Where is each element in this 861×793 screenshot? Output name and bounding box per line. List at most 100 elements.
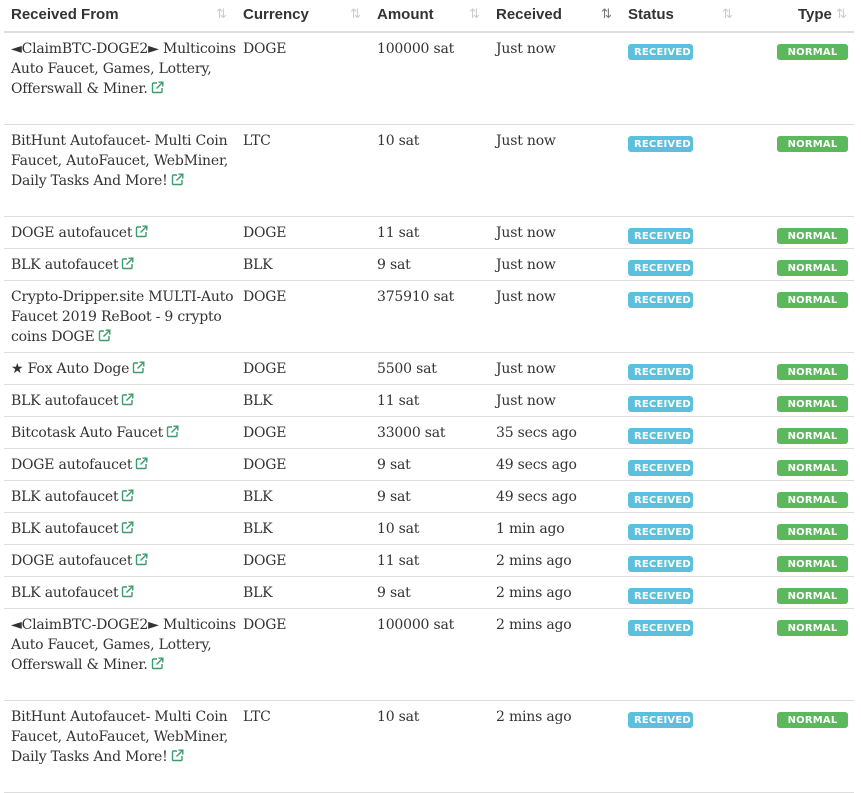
received-time-cell: 49 secs ago <box>496 457 577 473</box>
received-from-name: ★ Fox Auto Doge <box>11 361 130 377</box>
column-header-currency[interactable]: Currency <box>243 6 309 23</box>
received-from-cell: DOGE autofaucet <box>11 455 237 476</box>
sort-desc-icon[interactable]: ⇅ <box>601 7 612 22</box>
external-link-icon[interactable] <box>171 172 184 192</box>
external-link-icon[interactable] <box>151 80 164 100</box>
type-cell: NORMAL <box>777 426 848 444</box>
external-link-icon[interactable] <box>121 392 134 412</box>
amount-cell: 9 sat <box>377 457 411 473</box>
status-badge: RECEIVED <box>628 620 693 636</box>
status-cell: RECEIVED <box>628 490 693 508</box>
external-link-icon[interactable] <box>121 584 134 604</box>
received-time-cell: 2 mins ago <box>496 709 572 725</box>
external-link-icon[interactable] <box>121 256 134 276</box>
column-header-amount[interactable]: Amount <box>377 6 434 23</box>
external-link-icon[interactable] <box>135 552 148 572</box>
column-header-received-from[interactable]: Received From <box>11 6 119 23</box>
currency-cell: LTC <box>243 133 271 149</box>
received-from-cell: BLK autofaucet <box>11 519 237 540</box>
received-time-cell: Just now <box>496 225 556 241</box>
status-cell: RECEIVED <box>628 134 693 152</box>
status-cell: RECEIVED <box>628 554 693 572</box>
amount-cell: 9 sat <box>377 489 411 505</box>
currency-cell: DOGE <box>243 225 287 241</box>
amount-cell: 100000 sat <box>377 41 455 57</box>
external-link-icon[interactable] <box>121 488 134 508</box>
received-from-cell: BLK autofaucet <box>11 391 237 412</box>
sort-icon[interactable]: ⇅ <box>350 7 361 22</box>
table-row: BLK autofaucet BLK 9 sat 2 mins ago RECEIVED… <box>4 577 854 609</box>
amount-cell: 11 sat <box>377 553 420 569</box>
type-badge: NORMAL <box>777 428 848 444</box>
type-badge: NORMAL <box>777 712 848 728</box>
type-cell: NORMAL <box>777 134 848 152</box>
external-link-icon[interactable] <box>151 656 164 676</box>
external-link-icon[interactable] <box>166 424 179 444</box>
amount-cell: 11 sat <box>377 225 420 241</box>
transactions-table: Received From ⇅ Currency ⇅ Amount ⇅ Rece… <box>4 0 854 793</box>
received-time-cell: Just now <box>496 289 556 305</box>
status-badge: RECEIVED <box>628 260 693 276</box>
received-from-name: BLK autofaucet <box>11 489 119 505</box>
table-row: BitHunt Autofaucet- Multi Coin Faucet, A… <box>4 701 854 793</box>
sort-icon[interactable]: ⇅ <box>722 7 733 22</box>
status-cell: RECEIVED <box>628 226 693 244</box>
external-link-icon[interactable] <box>135 224 148 244</box>
received-from-name: Bitcotask Auto Faucet <box>11 425 164 441</box>
amount-cell: 10 sat <box>377 133 420 149</box>
column-header-status[interactable]: Status <box>628 6 674 23</box>
amount-cell: 11 sat <box>377 393 420 409</box>
type-cell: NORMAL <box>777 458 848 476</box>
received-from-name: BitHunt Autofaucet- Multi Coin Faucet, A… <box>11 709 229 765</box>
received-from-name: ◄ClaimBTC-DOGE2► Multicoins Auto Faucet,… <box>11 617 236 673</box>
table-row: BitHunt Autofaucet- Multi Coin Faucet, A… <box>4 125 854 217</box>
currency-cell: BLK <box>243 257 273 273</box>
received-from-name: Crypto-Dripper.site MULTI-Auto Faucet 20… <box>11 289 234 345</box>
type-badge: NORMAL <box>777 460 848 476</box>
type-badge: NORMAL <box>777 620 848 636</box>
external-link-icon[interactable] <box>171 748 184 768</box>
received-from-name: DOGE autofaucet <box>11 457 133 473</box>
type-badge: NORMAL <box>777 588 848 604</box>
table-row: ★ Fox Auto Doge DOGE 5500 sat Just now RECEI… <box>4 353 854 385</box>
sort-icon[interactable]: ⇅ <box>836 7 847 22</box>
status-cell: RECEIVED <box>628 426 693 444</box>
received-time-cell: 2 mins ago <box>496 553 572 569</box>
column-header-type[interactable]: Type <box>798 6 832 23</box>
type-cell: NORMAL <box>777 554 848 572</box>
table-row: BLK autofaucet BLK 11 sat Just now RECEIVED N… <box>4 385 854 417</box>
received-from-name: BLK autofaucet <box>11 585 119 601</box>
sort-icon[interactable]: ⇅ <box>469 7 480 22</box>
status-badge: RECEIVED <box>628 364 693 380</box>
external-link-icon[interactable] <box>135 456 148 476</box>
amount-cell: 375910 sat <box>377 289 455 305</box>
received-from-cell: BLK autofaucet <box>11 583 237 604</box>
status-badge: RECEIVED <box>628 460 693 476</box>
received-from-cell: Bitcotask Auto Faucet <box>11 423 237 444</box>
currency-cell: BLK <box>243 585 273 601</box>
received-time-cell: Just now <box>496 257 556 273</box>
status-cell: RECEIVED <box>628 710 693 728</box>
type-badge: NORMAL <box>777 136 848 152</box>
currency-cell: DOGE <box>243 361 287 377</box>
external-link-icon[interactable] <box>121 520 134 540</box>
amount-cell: 33000 sat <box>377 425 446 441</box>
sort-icon[interactable]: ⇅ <box>216 7 227 22</box>
table-row: DOGE autofaucet DOGE 9 sat 49 secs ago RECEI… <box>4 449 854 481</box>
table-row: Bitcotask Auto Faucet DOGE 33000 sat 35 sec… <box>4 417 854 449</box>
status-cell: RECEIVED <box>628 42 693 60</box>
status-badge: RECEIVED <box>628 556 693 572</box>
type-badge: NORMAL <box>777 396 848 412</box>
external-link-icon[interactable] <box>98 328 111 348</box>
status-badge: RECEIVED <box>628 492 693 508</box>
type-badge: NORMAL <box>777 44 848 60</box>
amount-cell: 10 sat <box>377 709 420 725</box>
column-header-received[interactable]: Received <box>496 6 562 23</box>
received-from-cell: DOGE autofaucet <box>11 223 237 244</box>
amount-cell: 9 sat <box>377 257 411 273</box>
type-badge: NORMAL <box>777 260 848 276</box>
status-badge: RECEIVED <box>628 712 693 728</box>
table-header: Received From ⇅ Currency ⇅ Amount ⇅ Rece… <box>4 0 854 33</box>
type-badge: NORMAL <box>777 492 848 508</box>
external-link-icon[interactable] <box>132 360 145 380</box>
